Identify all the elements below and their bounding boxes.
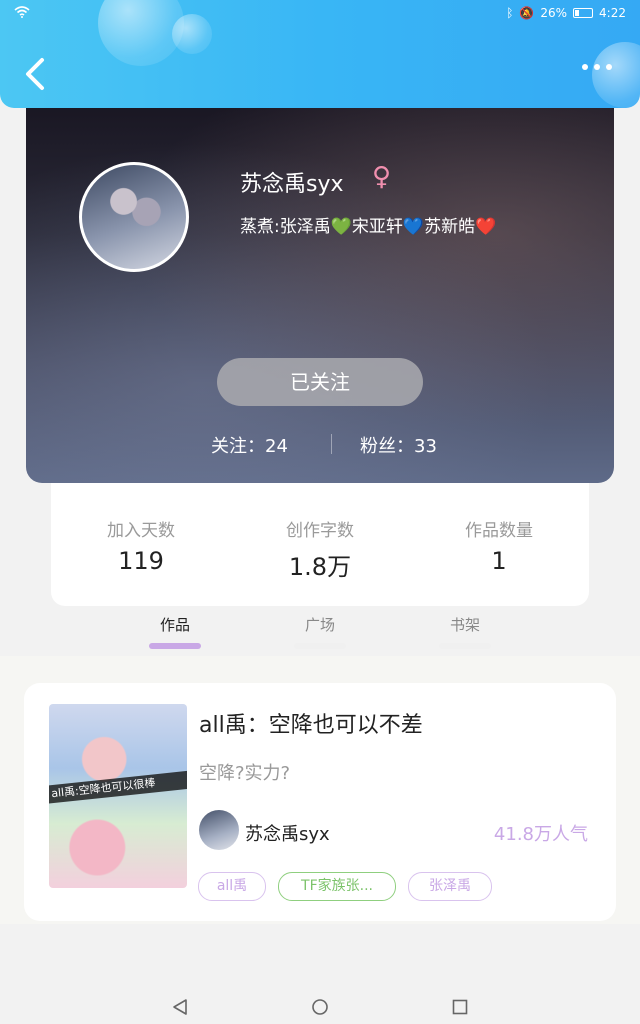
- decor-bubble: [592, 42, 640, 108]
- tab-bookshelf[interactable]: 书架: [425, 614, 505, 635]
- tag-chip[interactable]: 张泽禹: [408, 872, 492, 901]
- following-count[interactable]: 关注：24: [211, 432, 288, 458]
- system-nav-bar: [0, 990, 640, 1024]
- red-heart-icon: ❤️: [475, 217, 497, 237]
- book-description: 空降?实力?: [199, 763, 291, 784]
- blue-heart-icon: 💙: [402, 217, 425, 237]
- more-dot: [606, 64, 612, 70]
- profile-bio: 蒸煮:张泽禹💚宋亚轩💙苏新皓❤️: [240, 212, 496, 237]
- more-dot: [594, 64, 600, 70]
- stat-value: 1: [491, 547, 507, 575]
- follow-button[interactable]: 已关注: [217, 358, 423, 406]
- tab-indicator: [439, 643, 491, 649]
- top-app-bar: ᛒ 🔕 26% 4:22: [0, 0, 640, 108]
- bluetooth-icon: ᛒ: [506, 6, 514, 20]
- work-card[interactable]: all禹:空降也可以很棒 all禹：空降也可以不差 空降?实力? 苏念禹syx …: [24, 683, 616, 921]
- cover-banner-text: all禹:空降也可以很棒: [49, 770, 187, 804]
- bio-text: 宋亚轩: [351, 217, 403, 237]
- tag-chip[interactable]: TF家族张...: [278, 872, 396, 901]
- wifi-icon: [14, 6, 30, 21]
- back-button[interactable]: [22, 56, 50, 92]
- status-bar: ᛒ 🔕 26% 4:22: [0, 4, 640, 24]
- stat-join-days: 加入天数 119: [66, 516, 216, 575]
- stat-word-count: 创作字数 1.8万: [245, 516, 395, 582]
- battery-icon: [573, 8, 594, 18]
- stat-value: 1.8万: [288, 553, 352, 581]
- bio-text: 苏新皓: [424, 217, 476, 237]
- stat-label: 加入天数: [107, 521, 175, 541]
- author-avatar[interactable]: [199, 810, 239, 850]
- stat-label: 作品数量: [465, 521, 533, 541]
- square-recents-icon[interactable]: [451, 998, 469, 1016]
- book-cover[interactable]: all禹:空降也可以很棒: [49, 704, 187, 888]
- tab-indicator: [294, 643, 346, 649]
- triangle-back-icon[interactable]: [171, 998, 189, 1016]
- profile-header: 苏念禹syx ♀ 蒸煮:张泽禹💚宋亚轩💙苏新皓❤️ 已关注 关注：24 粉丝：3…: [26, 100, 614, 483]
- circle-home-icon[interactable]: [311, 998, 329, 1016]
- green-heart-icon: 💚: [330, 217, 352, 237]
- followers-count[interactable]: 粉丝：33: [360, 432, 437, 458]
- profile-avatar[interactable]: [79, 162, 189, 272]
- battery-percent: 26%: [540, 6, 568, 20]
- book-title[interactable]: all禹：空降也可以不差: [199, 707, 423, 739]
- divider: [331, 434, 332, 454]
- stat-label: 创作字数: [286, 521, 354, 541]
- more-dot: [582, 64, 588, 70]
- author-name[interactable]: 苏念禹syx: [245, 820, 330, 846]
- tab-square[interactable]: 广场: [280, 614, 360, 635]
- tag-chip[interactable]: all禹: [198, 872, 266, 901]
- chevron-left-icon: [26, 58, 44, 90]
- clock: 4:22: [599, 6, 626, 20]
- stats-card: 加入天数 119 创作字数 1.8万 作品数量 1: [51, 478, 589, 606]
- stat-value: 119: [118, 547, 164, 575]
- tab-works[interactable]: 作品: [135, 614, 215, 635]
- tab-indicator: [149, 643, 201, 649]
- profile-name: 苏念禹syx: [240, 172, 344, 197]
- more-button[interactable]: [582, 64, 612, 70]
- stat-works-count: 作品数量 1: [424, 516, 574, 575]
- female-gender-icon: ♀: [372, 162, 392, 192]
- mute-bell-icon: 🔕: [519, 6, 535, 20]
- popularity-count: 41.8万人气: [493, 824, 588, 845]
- bio-text: 蒸煮:张泽禹: [240, 217, 331, 237]
